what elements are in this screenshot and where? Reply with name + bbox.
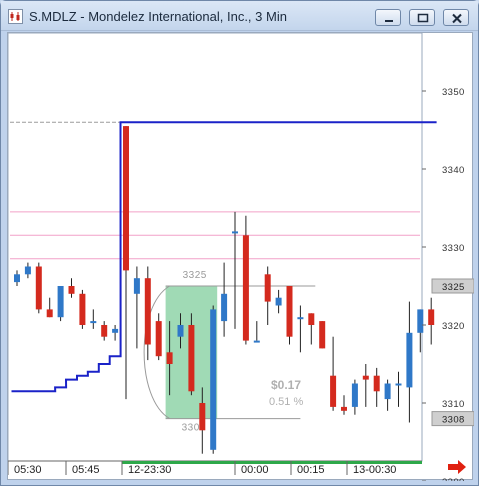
chart-app-icon	[8, 9, 23, 24]
candle-body	[57, 286, 64, 318]
window-title: S.MDLZ - Mondelez International, Inc., 3…	[29, 9, 287, 24]
candle-body	[166, 352, 173, 364]
candle-body	[373, 375, 380, 392]
price-marker-label: 3325	[442, 282, 465, 293]
candlestick-chart[interactable]: 3325 330 $0.17 0.51 % 3300 3310 3320 3330 3340 33…	[7, 32, 475, 486]
candle-body	[319, 321, 326, 349]
candle-body	[144, 278, 151, 345]
chart-area[interactable]: 3325 330 $0.17 0.51 % 3300 3310 3320 3330 3340 33…	[7, 32, 475, 486]
candle-body	[362, 375, 369, 380]
restore-icon	[417, 13, 429, 23]
candle-body	[264, 274, 271, 302]
candle-body	[286, 286, 293, 337]
candle-body	[90, 321, 97, 324]
candle-body	[297, 317, 304, 320]
minimize-button[interactable]	[375, 9, 401, 26]
candle-body	[112, 328, 119, 333]
candle-body	[133, 278, 140, 294]
x-tick-label: 05:30	[14, 464, 42, 476]
measure-low-label: 330	[182, 423, 200, 434]
candle-body	[351, 383, 358, 407]
candle-body	[428, 309, 435, 325]
candle-body	[210, 309, 217, 450]
price-marker-label: 3308	[442, 415, 465, 426]
candle-body	[199, 403, 206, 431]
candle-body	[395, 383, 402, 386]
x-tick-label: 13-00:30	[353, 464, 396, 476]
candle-body	[341, 406, 347, 411]
measure-high-label: 3325	[183, 270, 207, 281]
candle-body	[188, 325, 195, 392]
title-bar[interactable]: S.MDLZ - Mondelez International, Inc., 3…	[1, 1, 478, 31]
x-tick-label: 00:00	[241, 464, 269, 476]
candle-body	[155, 321, 162, 357]
candle-body	[35, 266, 42, 310]
chart-window: S.MDLZ - Mondelez International, Inc., 3…	[0, 0, 479, 486]
candle-body	[406, 332, 413, 388]
y-tick-label: 3330	[442, 243, 465, 254]
x-tick-label: 00:15	[297, 464, 325, 476]
candle-body	[253, 340, 260, 343]
candle-body	[232, 231, 238, 234]
candle-body	[177, 325, 184, 337]
x-tick-label: 12-23:30	[128, 464, 171, 476]
candle-body	[24, 266, 31, 275]
restore-button[interactable]	[409, 9, 435, 26]
close-button[interactable]	[443, 9, 469, 26]
candle-body	[330, 375, 337, 407]
scroll-right-arrow-icon	[448, 460, 466, 474]
candle-body	[308, 313, 315, 325]
y-tick-label: 3300	[442, 477, 465, 481]
y-tick-label: 3320	[442, 321, 465, 332]
candle-body	[242, 235, 249, 341]
y-tick-label: 3350	[442, 87, 465, 98]
candle-body	[14, 274, 20, 283]
candle-body	[221, 293, 228, 322]
candle-body	[275, 297, 282, 306]
candle-body	[68, 286, 75, 294]
candle-body	[384, 383, 391, 400]
measure-change-label: $0.17	[271, 378, 301, 392]
candle-body	[101, 325, 108, 337]
minimize-icon	[385, 20, 393, 22]
candle-body	[417, 309, 424, 333]
measure-percent-label: 0.51 %	[269, 396, 303, 408]
candle-body	[46, 309, 53, 318]
close-icon	[452, 13, 462, 24]
y-tick-label: 3340	[442, 165, 465, 176]
y-tick-label: 3310	[442, 399, 465, 410]
candle-body	[79, 293, 86, 325]
x-tick-label: 05:45	[72, 464, 100, 476]
candle-body	[123, 126, 129, 271]
